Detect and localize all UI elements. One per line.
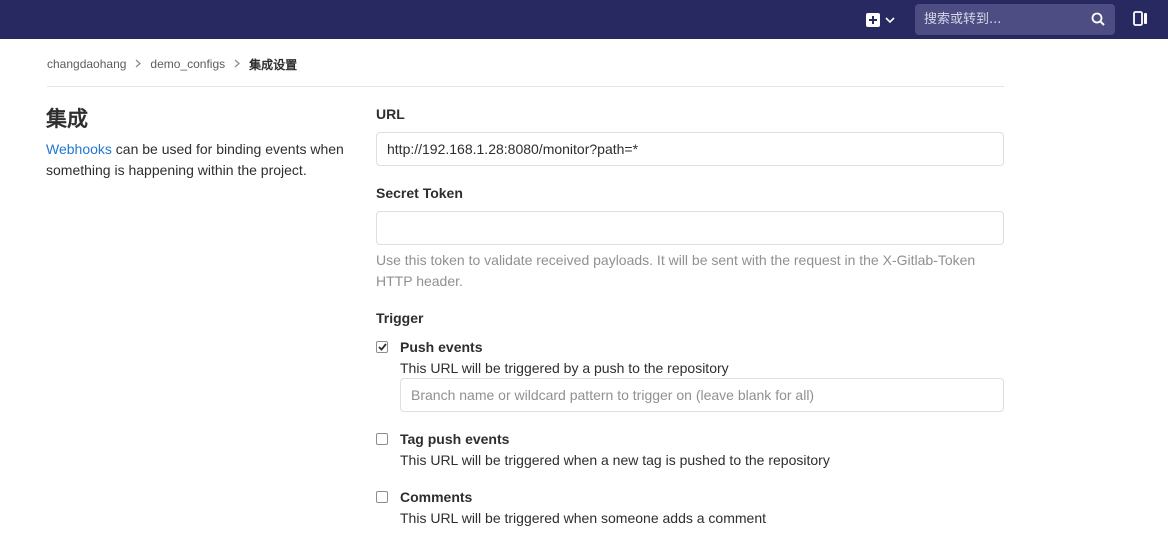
search-input[interactable] xyxy=(915,4,1085,35)
webhooks-link[interactable]: Webhooks xyxy=(46,141,112,157)
tag-push-events-checkbox[interactable] xyxy=(376,433,388,445)
tag-push-events-title[interactable]: Tag push events xyxy=(400,431,509,447)
section-description: Webhooks can be used for binding events … xyxy=(46,139,356,181)
breadcrumb-divider xyxy=(47,86,1004,87)
breadcrumb: changdaohang demo_configs 集成设置 xyxy=(47,54,297,74)
branch-filter-input[interactable] xyxy=(400,378,1004,412)
secret-token-label: Secret Token xyxy=(376,185,463,201)
search-box xyxy=(915,4,1115,35)
url-label: URL xyxy=(376,106,405,122)
chevron-down-icon xyxy=(885,17,895,24)
comments-help: This URL will be triggered when someone … xyxy=(400,510,766,526)
search-icon[interactable] xyxy=(1091,12,1105,26)
page-title: 集成 xyxy=(46,107,88,131)
secret-token-help: Use this token to validate received payl… xyxy=(376,252,976,289)
breadcrumb-item-project[interactable]: demo_configs xyxy=(150,57,225,71)
push-events-title[interactable]: Push events xyxy=(400,339,482,355)
todo-icon[interactable] xyxy=(1133,11,1149,27)
tag-push-events-help: This URL will be triggered when a new ta… xyxy=(400,452,830,468)
plus-square-icon xyxy=(866,13,880,27)
comments-title[interactable]: Comments xyxy=(400,489,472,505)
trigger-label: Trigger xyxy=(376,310,424,326)
new-dropdown-button[interactable] xyxy=(866,11,900,29)
breadcrumb-item-group[interactable]: changdaohang xyxy=(47,57,126,71)
url-input[interactable] xyxy=(376,132,1004,166)
push-events-checkbox[interactable] xyxy=(376,341,388,353)
breadcrumb-current[interactable]: 集成设置 xyxy=(249,56,297,73)
secret-token-input[interactable] xyxy=(376,211,1004,245)
checkmark-icon xyxy=(377,343,387,351)
chevron-right-icon xyxy=(234,57,241,71)
comments-checkbox[interactable] xyxy=(376,491,388,503)
chevron-right-icon xyxy=(135,57,142,71)
push-events-help: This URL will be triggered by a push to … xyxy=(400,360,729,376)
top-navbar xyxy=(0,0,1168,39)
